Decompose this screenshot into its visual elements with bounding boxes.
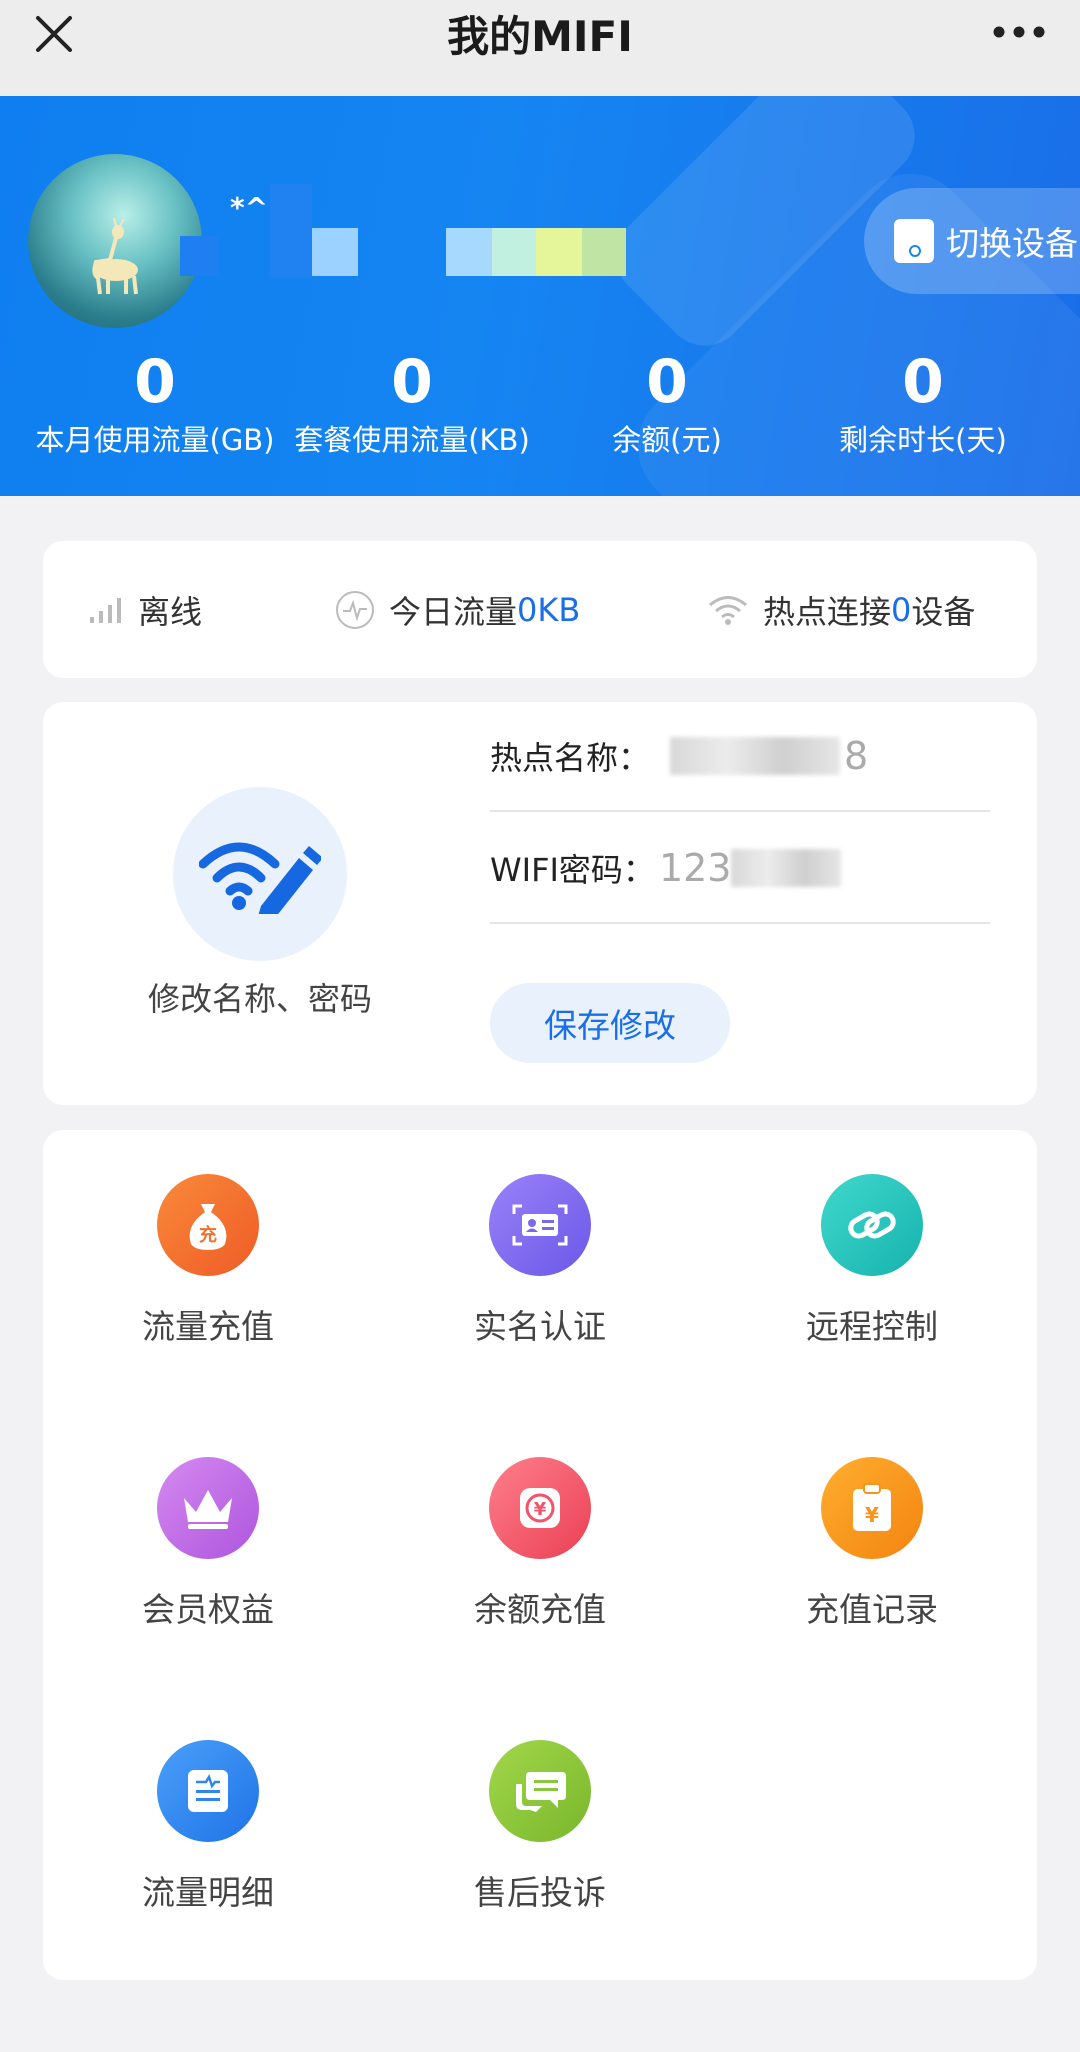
password-field[interactable]: WIFI密码： 123 <box>490 814 990 924</box>
menu-item-label: 实名认证 <box>474 1307 606 1346</box>
stat-label: 剩余时长(天) <box>839 423 1007 457</box>
hotspot-connections: 热点连接 0 设备 <box>707 541 975 678</box>
censored-ssid <box>670 737 841 775</box>
ssid-tail: 8 <box>844 734 869 778</box>
wifi-icon <box>707 594 749 626</box>
pulse-icon <box>335 590 375 630</box>
signal-icon <box>88 595 124 625</box>
censored-name-block <box>582 228 626 276</box>
signal-text: 离线 <box>138 592 203 631</box>
stat-value: 0 <box>134 347 176 417</box>
stats-row: 0 本月使用流量(GB) 0 套餐使用流量(KB) 0 余额(元) 0 剩余时长… <box>0 346 1080 486</box>
hotspot-suffix: 设备 <box>911 592 976 631</box>
password-head: 123 <box>658 846 732 890</box>
deer-illustration <box>92 217 138 295</box>
today-traffic: 今日流量 0KB <box>335 541 580 678</box>
wifi-edit-label: 修改名称、密码 <box>147 980 372 1018</box>
censored-name-block <box>446 228 492 276</box>
chat-icon <box>489 1740 591 1842</box>
menu-item-label: 流量明细 <box>142 1873 274 1912</box>
censored-name-block <box>536 228 582 276</box>
stat-value: 0 <box>391 347 433 417</box>
menu-item-traffic-recharge[interactable]: 充 流量充值 <box>58 1130 358 1370</box>
hotspot-count: 0 <box>891 590 912 629</box>
stat-balance: 0 余额(元) <box>532 346 802 460</box>
stat-label: 套餐使用流量(KB) <box>294 423 530 457</box>
wifi-edit-button[interactable] <box>173 787 347 961</box>
menu-item-label: 会员权益 <box>142 1590 274 1629</box>
svg-text:充: 充 <box>199 1224 217 1246</box>
censored-password <box>731 849 842 887</box>
stat-plan-traffic: 0 套餐使用流量(KB) <box>277 346 547 460</box>
wifi-edit-icon <box>199 842 321 914</box>
stat-remaining-days: 0 剩余时长(天) <box>788 346 1058 460</box>
today-traffic-label: 今日流量 <box>389 592 518 631</box>
moneybag-icon: 充 <box>157 1174 259 1276</box>
username: *^ <box>230 191 269 224</box>
stat-label: 本月使用流量(GB) <box>35 423 275 457</box>
signal-status: 离线 <box>88 541 202 678</box>
menu-item-membership[interactable]: 会员权益 <box>58 1413 358 1653</box>
menu-item-label: 余额充值 <box>474 1590 606 1629</box>
page-title: 我的MIFI <box>447 11 633 61</box>
today-traffic-value: 0KB <box>517 590 581 629</box>
crown-icon <box>157 1457 259 1559</box>
menu-item-complaint[interactable]: 售后投诉 <box>390 1696 690 1936</box>
censored-name-block <box>270 184 312 278</box>
more-icon[interactable] <box>984 10 1054 54</box>
censored-name-block <box>492 228 536 276</box>
svg-text:¥: ¥ <box>865 1503 879 1527</box>
ssid-label: 热点名称： <box>490 739 651 777</box>
ssid-field[interactable]: 热点名称： 8 <box>490 702 990 812</box>
stat-value: 0 <box>902 347 944 417</box>
switch-device-label: 切换设备 <box>946 224 1078 263</box>
save-button[interactable]: 保存修改 <box>490 983 730 1063</box>
menu-item-label: 售后投诉 <box>474 1873 606 1912</box>
censored-name-block <box>180 236 218 276</box>
menu-item-realname[interactable]: 实名认证 <box>390 1130 690 1370</box>
censored-name-block <box>312 228 358 276</box>
profile-header: *^ 切换设备 0 本月使用流量(GB) 0 套餐使用流量(KB) 0 余额(元… <box>0 96 1080 496</box>
stat-label: 余额(元) <box>612 423 722 457</box>
switch-device-button[interactable]: 切换设备 <box>864 188 1080 294</box>
device-icon <box>894 219 934 263</box>
menu-item-label: 远程控制 <box>806 1307 938 1346</box>
menu-item-label: 充值记录 <box>806 1590 938 1629</box>
wifi-settings-card: 修改名称、密码 热点名称： 8 WIFI密码： 123 保存修改 <box>43 702 1037 1105</box>
menu-item-recharge-history[interactable]: ¥ 充值记录 <box>722 1413 1022 1653</box>
top-bar: 我的MIFI <box>0 0 1080 96</box>
svg-text:¥: ¥ <box>534 1499 547 1520</box>
id-card-icon <box>489 1174 591 1276</box>
menu-item-balance-recharge[interactable]: ¥ 余额充值 <box>390 1413 690 1653</box>
receipt-icon: ¥ <box>821 1457 923 1559</box>
service-menu: 充 流量充值 实名认证 远程控制 会员权益 ¥ 余额充值 ¥ 充值记录 流量明细… <box>43 1130 1037 1980</box>
stat-month-traffic: 0 本月使用流量(GB) <box>20 346 290 460</box>
password-label: WIFI密码： <box>490 851 655 889</box>
wallet-icon: ¥ <box>489 1457 591 1559</box>
status-card: 离线 今日流量 0KB 热点连接 0 设备 <box>43 541 1037 678</box>
link-icon <box>821 1174 923 1276</box>
hotspot-label: 热点连接 <box>763 592 892 631</box>
menu-item-remote-control[interactable]: 远程控制 <box>722 1130 1022 1370</box>
menu-item-label: 流量充值 <box>142 1307 274 1346</box>
avatar[interactable] <box>28 154 202 328</box>
menu-item-traffic-detail[interactable]: 流量明细 <box>58 1696 358 1936</box>
close-icon[interactable] <box>28 8 80 60</box>
stat-value: 0 <box>646 347 688 417</box>
document-icon <box>157 1740 259 1842</box>
